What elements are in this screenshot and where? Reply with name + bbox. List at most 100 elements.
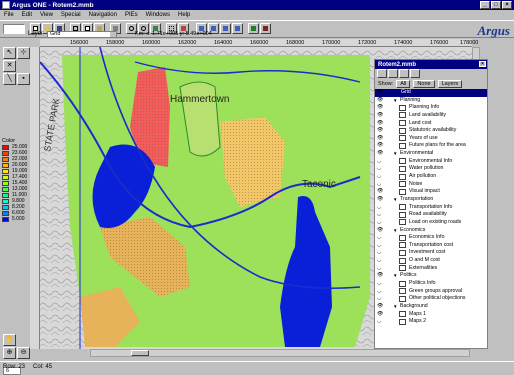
layer-checkbox[interactable] [399, 249, 406, 256]
layer-checkbox[interactable] [399, 318, 406, 325]
eye-closed-icon[interactable]: ◡ [377, 258, 385, 263]
eye-icon[interactable]: 👁 [377, 112, 385, 118]
layer-item[interactable]: ◡ Load on existing roads [375, 219, 487, 227]
eye-closed-icon[interactable]: ◡ [377, 174, 385, 179]
zoom-out-icon[interactable]: ⊖ [17, 347, 30, 359]
layer-checkbox[interactable] [399, 165, 406, 172]
layer-item[interactable]: ◡ O and M cost [375, 257, 487, 265]
layer-item[interactable]: 👁 ▼ Economics [375, 227, 487, 235]
eye-closed-icon[interactable]: ◡ [377, 212, 385, 217]
eye-closed-icon[interactable]: ◡ [377, 250, 385, 255]
panel-tool-3[interactable] [399, 69, 409, 78]
menu-view[interactable]: View [40, 12, 53, 18]
eye-closed-icon[interactable]: ◡ [377, 235, 385, 240]
layer-item[interactable]: 👁 Planning Info [375, 104, 487, 112]
layer-item[interactable]: ◡ Politics Info [375, 280, 487, 288]
menu-file[interactable]: File [4, 12, 14, 18]
layers-button[interactable]: Layers [437, 80, 463, 88]
layer-item[interactable]: 👁 ▼ Background [375, 303, 487, 311]
eye-icon[interactable]: 👁 [377, 196, 385, 202]
show-none-button[interactable]: None [413, 80, 435, 88]
layer-select[interactable]: Grid [47, 30, 118, 38]
layer-checkbox[interactable] [399, 142, 406, 149]
eye-closed-icon[interactable]: ◡ [377, 242, 385, 248]
eye-icon[interactable]: 👁 [377, 105, 385, 110]
layer-item[interactable]: 👁 ▼ Planning [375, 97, 487, 105]
expand-arrow-icon[interactable]: ▼ [393, 197, 397, 202]
layer-item[interactable]: ◡ Other political objections [375, 295, 487, 303]
panel-tool-2[interactable] [388, 69, 398, 78]
eye-closed-icon[interactable]: ◡ [377, 158, 385, 164]
layer-item[interactable]: ◡ Water pollution [375, 165, 487, 173]
layer-item[interactable]: ◡ Noise [375, 181, 487, 189]
eye-icon[interactable]: 👁 [377, 311, 385, 317]
layer-item[interactable]: 👁 Years of use [375, 135, 487, 143]
layer-checkbox[interactable] [399, 120, 406, 127]
eye-icon[interactable]: 👁 [377, 273, 385, 278]
layer-checkbox[interactable] [399, 257, 406, 264]
menu-navigation[interactable]: Navigation [89, 12, 117, 18]
cross-select-tool[interactable]: ✕ [3, 60, 16, 72]
eye-closed-icon[interactable]: ◡ [377, 204, 385, 210]
show-all-button[interactable]: All [396, 80, 411, 88]
eye-closed-icon[interactable]: ◡ [377, 265, 385, 271]
eye-closed-icon[interactable]: ◡ [377, 281, 385, 286]
eye-closed-icon[interactable]: ◡ [377, 296, 385, 301]
element-tool[interactable]: ▪ [17, 73, 30, 85]
expand-arrow-icon[interactable]: ▼ [393, 273, 397, 278]
layer-item[interactable]: 👁 ▼ Politics [375, 272, 487, 280]
layer-item[interactable]: ◡ Maps 2 [375, 318, 487, 326]
select-arrow-tool[interactable]: ↖ [3, 47, 16, 59]
expand-arrow-icon[interactable]: ▼ [393, 151, 397, 156]
layer-item[interactable]: 👁 ▼ Environmental [375, 150, 487, 158]
eye-icon[interactable]: 👁 [377, 151, 385, 156]
layer-item[interactable]: ◡ Transportation Info [375, 204, 487, 212]
eye-closed-icon[interactable]: ◡ [377, 288, 385, 294]
eye-closed-icon[interactable]: ◡ [377, 219, 385, 225]
layer-item[interactable]: 👁 Future plans for the area [375, 142, 487, 150]
layer-item[interactable]: 👁 Grid [375, 89, 487, 97]
minimize-button[interactable]: _ [480, 1, 490, 9]
layer-checkbox[interactable] [399, 104, 406, 111]
layer-checkbox[interactable] [399, 242, 406, 249]
eye-icon[interactable]: 👁 [377, 227, 385, 233]
maximize-button[interactable]: □ [491, 1, 501, 9]
layer-checkbox[interactable] [399, 311, 406, 318]
menu-special[interactable]: Special [61, 12, 81, 18]
layer-checkbox[interactable] [399, 211, 406, 218]
pan-hand-icon[interactable]: ✋ [3, 334, 16, 346]
eye-icon[interactable]: 👁 [377, 135, 385, 141]
layer-item[interactable]: ◡ Road availability [375, 211, 487, 219]
pointer-tool[interactable]: ⊹ [17, 47, 30, 59]
layer-item[interactable]: ◡ Green groups approval [375, 288, 487, 296]
eye-icon[interactable]: 👁 [377, 128, 385, 133]
panel-tool-4[interactable] [410, 69, 420, 78]
layer-item[interactable]: ◡ Externalities [375, 265, 487, 273]
eye-icon[interactable]: 👁 [377, 143, 385, 148]
layer-checkbox[interactable] [399, 158, 406, 165]
layer-checkbox[interactable] [399, 265, 406, 272]
diagonal-tool[interactable]: ╲ [3, 73, 16, 85]
panel-tool-1[interactable] [377, 69, 387, 78]
close-button[interactable]: × [502, 1, 512, 9]
eye-closed-icon[interactable]: ◡ [377, 181, 385, 187]
scroll-thumb[interactable] [131, 350, 149, 356]
layer-checkbox[interactable] [399, 280, 406, 287]
layer-item[interactable]: 👁 Visual impact [375, 188, 487, 196]
layer-checkbox[interactable] [399, 288, 406, 295]
layer-item[interactable]: 👁 ▼ Transportation [375, 196, 487, 204]
layer-checkbox[interactable] [399, 204, 406, 211]
expand-arrow-icon[interactable]: ▼ [393, 228, 397, 233]
layer-checkbox[interactable] [399, 219, 406, 226]
eye-closed-icon[interactable]: ◡ [377, 166, 385, 171]
horizontal-scrollbar[interactable] [90, 349, 470, 357]
layer-checkbox[interactable] [399, 127, 406, 134]
zoom-in-icon[interactable]: ⊕ [3, 347, 16, 359]
layer-item[interactable]: ◡ Investment cost [375, 249, 487, 257]
layer-item[interactable]: 👁 Land availability [375, 112, 487, 120]
layer-item[interactable]: 👁 Maps 1 [375, 311, 487, 319]
layer-item[interactable]: ◡ Transportation cost [375, 242, 487, 250]
eye-icon[interactable]: 👁 [377, 97, 385, 103]
layer-checkbox[interactable] [399, 295, 406, 302]
layer-item[interactable]: ◡ Economics Info [375, 234, 487, 242]
